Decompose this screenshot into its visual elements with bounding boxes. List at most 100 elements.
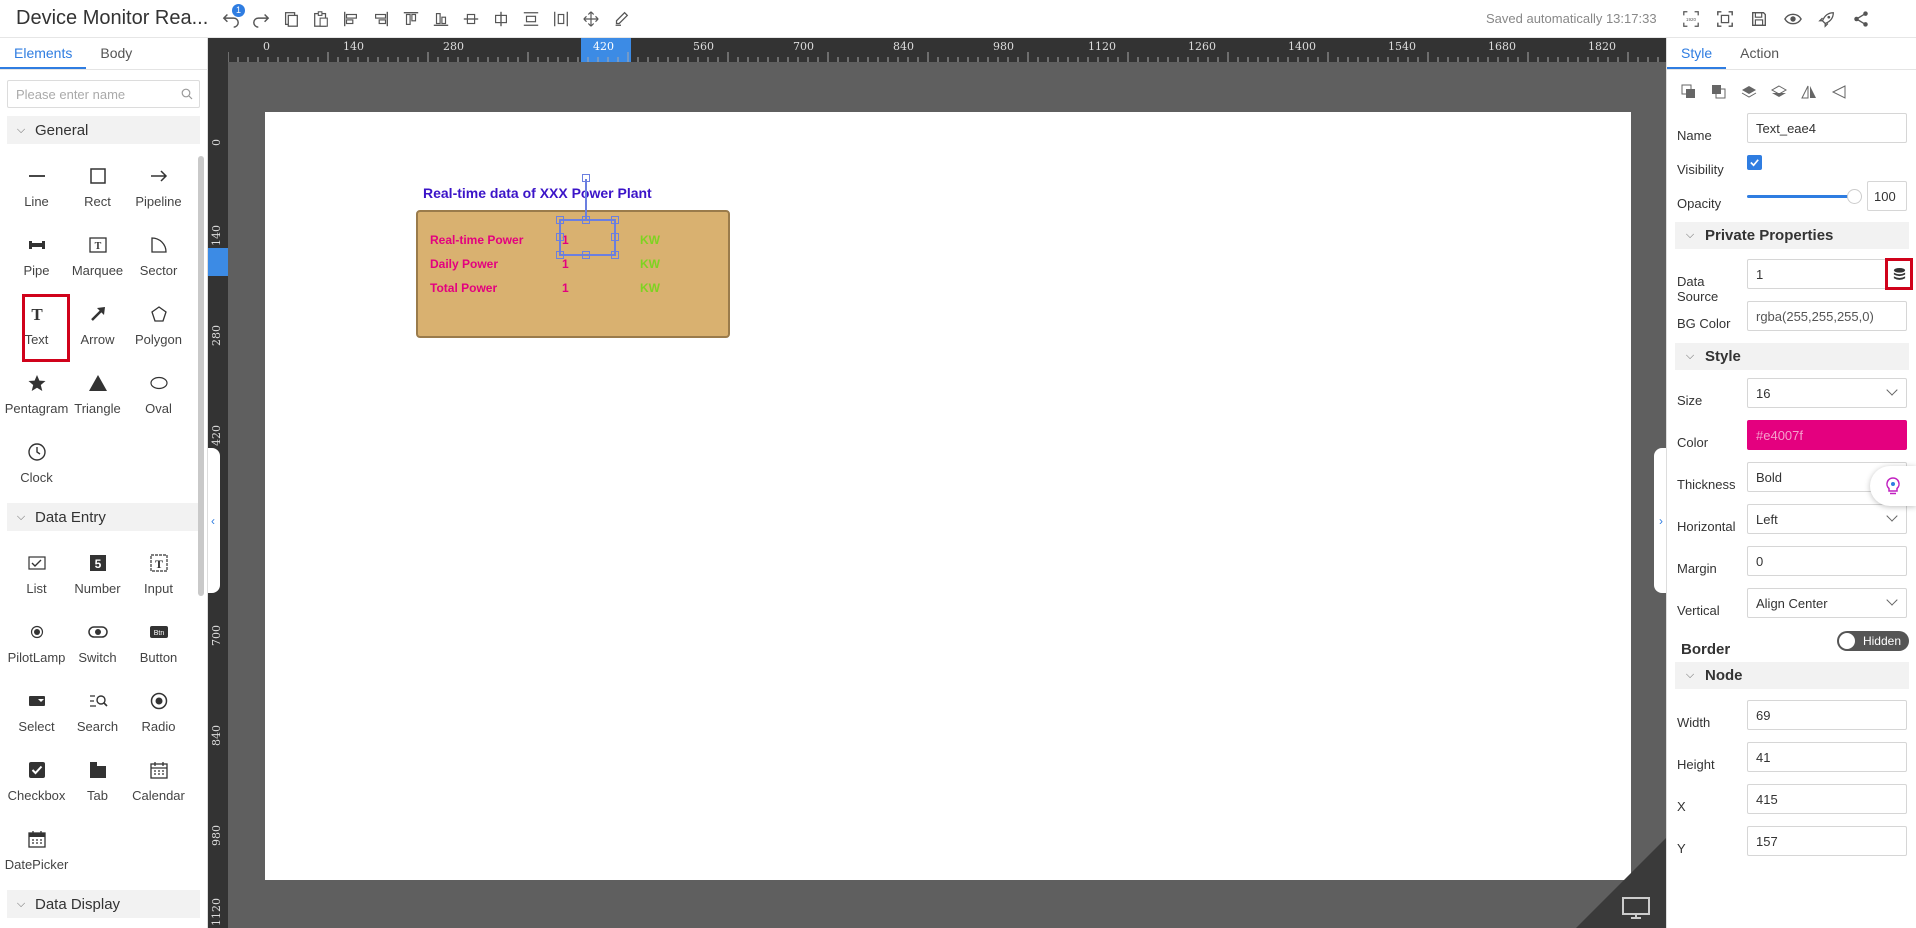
row-unit[interactable]: KW: [640, 257, 660, 271]
save-button[interactable]: [1744, 6, 1774, 32]
name-input[interactable]: Text_eae4: [1747, 113, 1907, 143]
element-switch[interactable]: Switch: [67, 612, 128, 681]
align-top-button[interactable]: [396, 6, 426, 32]
share-button[interactable]: [1846, 6, 1876, 32]
element-pilotlamp[interactable]: PilotLamp: [6, 612, 67, 681]
section-node[interactable]: ⌵ Node: [1675, 662, 1909, 689]
element-pipeline[interactable]: Pipeline: [128, 156, 189, 225]
flip-vertical-button[interactable]: [1827, 80, 1851, 104]
collapse-right-panel[interactable]: ›: [1654, 448, 1666, 593]
align-center-button[interactable]: [486, 6, 516, 32]
size-select[interactable]: 16: [1747, 378, 1907, 408]
element-tab[interactable]: Tab: [67, 750, 128, 819]
fit-screen-button[interactable]: [1710, 6, 1740, 32]
row-value[interactable]: 1: [562, 257, 569, 271]
section-style[interactable]: ⌵ Style: [1675, 343, 1909, 370]
paste-button[interactable]: [306, 6, 336, 32]
margin-input[interactable]: 0: [1747, 546, 1907, 576]
distribute-vertical-button[interactable]: [516, 6, 546, 32]
y-input[interactable]: 157: [1747, 826, 1907, 856]
width-input[interactable]: 69: [1747, 700, 1907, 730]
resize-handle[interactable]: [556, 233, 564, 241]
align-bottom-button[interactable]: [426, 6, 456, 32]
opacity-input[interactable]: 100: [1867, 181, 1907, 211]
preview-button[interactable]: [1778, 6, 1808, 32]
brush-button[interactable]: [606, 6, 636, 32]
monitor-icon[interactable]: [1622, 896, 1650, 920]
opacity-slider[interactable]: [1747, 195, 1853, 198]
row-label[interactable]: Total Power: [430, 281, 497, 295]
element-radio[interactable]: Radio: [128, 681, 189, 750]
resize-handle[interactable]: [611, 216, 619, 224]
move-button[interactable]: [576, 6, 606, 32]
resize-handle[interactable]: [556, 251, 564, 259]
bg-color-input[interactable]: rgba(255,255,255,0): [1747, 301, 1907, 331]
element-search[interactable]: Search: [67, 681, 128, 750]
element-clock[interactable]: Clock: [6, 432, 67, 501]
copy-button[interactable]: [276, 6, 306, 32]
assistant-button[interactable]: [1870, 466, 1916, 506]
selection-box[interactable]: [556, 216, 619, 259]
element-line[interactable]: Line: [6, 156, 67, 225]
tab-action[interactable]: Action: [1726, 38, 1793, 69]
resize-handle[interactable]: [556, 216, 564, 224]
element-list[interactable]: List: [6, 543, 67, 612]
row-label[interactable]: Real-time Power: [430, 233, 523, 247]
align-left-button[interactable]: [336, 6, 366, 32]
widget-title[interactable]: Real-time data of XXX Power Plant: [423, 185, 652, 201]
tab-elements[interactable]: Elements: [0, 38, 87, 69]
publish-button[interactable]: [1812, 6, 1842, 32]
left-scrollbar[interactable]: [198, 156, 204, 596]
power-data-panel[interactable]: Real-time Power 1 KW Daily Power 1 KW To…: [416, 174, 730, 338]
element-datepicker[interactable]: DatePicker: [5, 819, 68, 888]
element-pipe[interactable]: Pipe: [6, 225, 67, 294]
distribute-horizontal-button[interactable]: [546, 6, 576, 32]
redo-button[interactable]: [246, 6, 276, 32]
color-picker[interactable]: #e4007f: [1747, 420, 1907, 450]
resize-handle[interactable]: [611, 251, 619, 259]
tab-style[interactable]: Style: [1667, 38, 1727, 69]
design-canvas[interactable]: Real-time data of XXX Power Plant Real-t…: [265, 112, 1631, 880]
resize-handle[interactable]: [582, 216, 590, 224]
tab-body[interactable]: Body: [86, 38, 146, 69]
vertical-select[interactable]: Align Center: [1747, 588, 1907, 618]
undo-button[interactable]: 1: [216, 4, 246, 32]
element-arrow[interactable]: Arrow: [67, 294, 128, 363]
element-calendar[interactable]: Calendar: [128, 750, 189, 819]
element-triangle[interactable]: Triangle: [67, 363, 128, 432]
data-source-input[interactable]: 1: [1747, 259, 1907, 289]
resize-handle[interactable]: [611, 233, 619, 241]
row-unit[interactable]: KW: [640, 233, 660, 247]
flip-horizontal-button[interactable]: [1797, 80, 1821, 104]
element-rect[interactable]: Rect: [67, 156, 128, 225]
element-number[interactable]: 5 Number: [67, 543, 128, 612]
horizontal-select[interactable]: Left: [1747, 504, 1907, 534]
bring-front-button[interactable]: [1677, 80, 1701, 104]
element-polygon[interactable]: Polygon: [128, 294, 189, 363]
row-label[interactable]: Daily Power: [430, 257, 498, 271]
element-marquee[interactable]: T Marquee: [67, 225, 128, 294]
element-sector[interactable]: Sector: [128, 225, 189, 294]
layer-up-button[interactable]: [1737, 80, 1761, 104]
layer-down-button[interactable]: [1767, 80, 1791, 104]
section-data-display[interactable]: ⌵ Data Display: [7, 890, 200, 918]
data-source-button[interactable]: [1885, 258, 1913, 290]
section-private-properties[interactable]: ⌵ Private Properties: [1675, 222, 1909, 249]
element-search-input[interactable]: [8, 81, 168, 107]
element-oval[interactable]: Oval: [128, 363, 189, 432]
align-right-button[interactable]: [366, 6, 396, 32]
section-data-entry[interactable]: ⌵ Data Entry: [7, 503, 200, 531]
visibility-checkbox[interactable]: [1747, 155, 1762, 170]
opacity-slider-thumb[interactable]: [1847, 189, 1862, 204]
element-pentagram[interactable]: Pentagram: [5, 363, 68, 432]
align-middle-button[interactable]: [456, 6, 486, 32]
x-input[interactable]: 415: [1747, 784, 1907, 814]
collapse-left-panel[interactable]: ‹: [208, 448, 220, 593]
section-general[interactable]: ⌵ General: [7, 116, 200, 144]
resolution-button[interactable]: 1920: [1676, 6, 1706, 32]
height-input[interactable]: 41: [1747, 742, 1907, 772]
element-button[interactable]: Btn Button: [128, 612, 189, 681]
element-checkbox[interactable]: Checkbox: [6, 750, 67, 819]
element-select[interactable]: Select: [6, 681, 67, 750]
resize-handle[interactable]: [582, 251, 590, 259]
